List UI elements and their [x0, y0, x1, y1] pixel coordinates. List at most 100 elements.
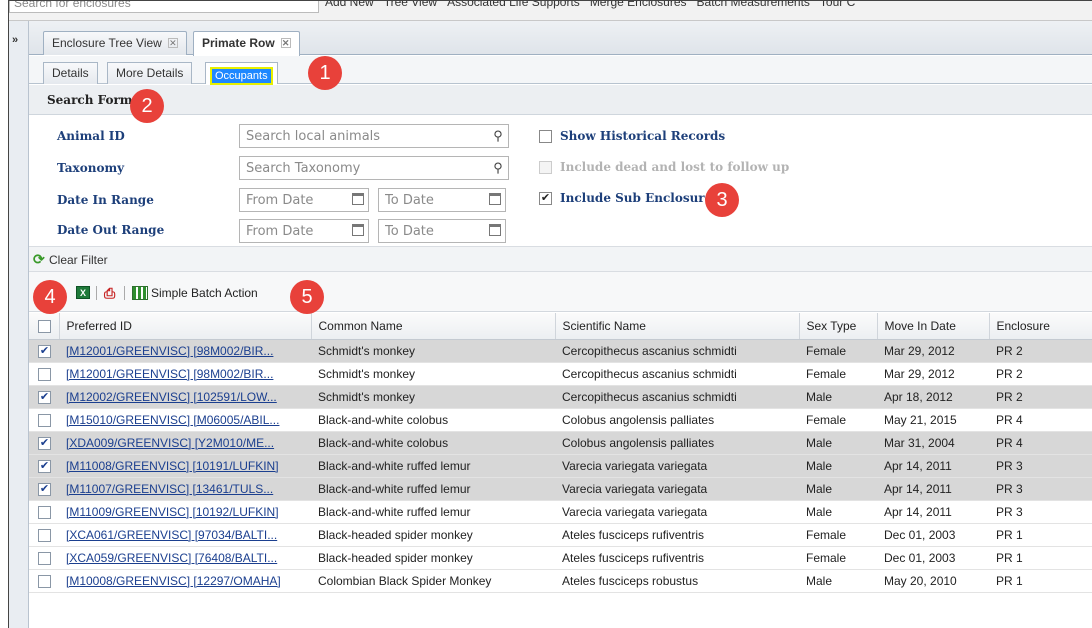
- close-icon[interactable]: ✕: [280, 38, 291, 48]
- move-in-date-cell: Mar 29, 2012: [877, 362, 989, 386]
- animal-id-input[interactable]: [240, 125, 508, 147]
- preferred-id-link[interactable]: [M11008/GREENVISC] [10191/LUFKIN]: [66, 459, 279, 473]
- include-dead-checkbox: [539, 161, 552, 174]
- scientific-name-cell: Ateles fusciceps rufiventris: [555, 546, 799, 570]
- search-icon[interactable]: ⚲: [490, 160, 506, 176]
- preferred-id-link[interactable]: [M11009/GREENVISC] [10192/LUFKIN]: [66, 505, 279, 519]
- row-checkbox[interactable]: [38, 413, 51, 427]
- table-row[interactable]: [M12001/GREENVISC] [98M002/BIR... Schmidt…: [29, 362, 1092, 386]
- date-out-to-input[interactable]: [379, 220, 505, 242]
- toolbar-batch-measurements[interactable]: Batch Measurements: [697, 1, 810, 10]
- calendar-icon[interactable]: [489, 193, 501, 205]
- taxonomy-field[interactable]: ⚲: [239, 156, 509, 180]
- column-header-scientific-name[interactable]: Scientific Name: [555, 313, 800, 340]
- toolbar-associated-life-supports[interactable]: Associated Life Supports: [447, 1, 580, 10]
- show-historical-label[interactable]: Show Historical Records: [560, 129, 725, 143]
- column-header-sex-type[interactable]: Sex Type: [799, 313, 878, 340]
- subtab-more-details[interactable]: More Details: [107, 62, 193, 84]
- row-checkbox[interactable]: ✔: [38, 344, 51, 358]
- table-row[interactable]: ✔ [M11008/GREENVISC] [10191/LUFKIN] Black-…: [29, 454, 1092, 478]
- date-out-from-field[interactable]: [239, 219, 369, 243]
- taxonomy-input[interactable]: [240, 157, 508, 179]
- select-all-checkbox[interactable]: [38, 319, 51, 333]
- date-in-from-field[interactable]: [239, 188, 369, 212]
- date-out-to-field[interactable]: [378, 219, 506, 243]
- pdf-export-icon[interactable]: ⎙: [104, 285, 118, 301]
- expand-panel-icon[interactable]: »: [12, 34, 18, 46]
- scientific-name-cell: Ateles fusciceps robustus: [555, 569, 799, 593]
- row-checkbox[interactable]: ✔: [38, 459, 51, 473]
- move-in-date-cell: Dec 01, 2003: [877, 546, 989, 570]
- toolbar-tour[interactable]: Tour C: [820, 1, 855, 10]
- enclosure-search-input[interactable]: Search for enclosures: [9, 1, 319, 13]
- date-in-from-input[interactable]: [240, 189, 368, 211]
- scientific-name-cell: Ateles fusciceps rufiventris: [555, 523, 799, 547]
- search-icon[interactable]: ⚲: [490, 128, 506, 144]
- date-out-range-label: Date Out Range: [57, 223, 165, 237]
- calendar-icon[interactable]: [352, 193, 364, 205]
- date-in-to-field[interactable]: [378, 188, 506, 212]
- column-header-preferred-id[interactable]: Preferred ID: [59, 313, 312, 340]
- preferred-id-link[interactable]: [M12002/GREENVISC] [102591/LOW...: [66, 390, 277, 404]
- annotation-badge-3: 3: [705, 183, 739, 217]
- row-checkbox[interactable]: ✔: [38, 436, 51, 450]
- table-row[interactable]: [XCA059/GREENVISC] [76408/BALTI... Black-…: [29, 546, 1092, 570]
- row-checkbox[interactable]: ✔: [38, 390, 51, 404]
- table-row[interactable]: ✔ [M11007/GREENVISC] [13461/TULS... Black-…: [29, 477, 1092, 501]
- animal-id-field[interactable]: ⚲: [239, 124, 509, 148]
- preferred-id-link[interactable]: [M10008/GREENVISC] [12297/OMAHA]: [66, 574, 281, 588]
- column-header-enclosure[interactable]: Enclosure: [989, 313, 1092, 340]
- common-name-cell: Black-headed spider monkey: [311, 546, 555, 570]
- include-sub-enclosure-label[interactable]: Include Sub Enclosure: [560, 191, 712, 205]
- date-out-from-input[interactable]: [240, 220, 368, 242]
- preferred-id-link[interactable]: [M11007/GREENVISC] [13461/TULS...: [66, 482, 273, 496]
- row-select-cell: ✔: [29, 477, 59, 501]
- occupants-grid: Preferred ID Common Name Scientific Name…: [29, 313, 1092, 593]
- sex-type-cell: Male: [799, 385, 877, 409]
- preferred-id-link[interactable]: [M15010/GREENVISC] [M06005/ABIL...: [66, 413, 279, 427]
- preferred-id-link[interactable]: [XCA059/GREENVISC] [76408/BALTI...: [66, 551, 277, 565]
- table-row[interactable]: ✔ [M12002/GREENVISC] [102591/LOW... Schmid…: [29, 385, 1092, 409]
- row-checkbox[interactable]: ✔: [38, 482, 51, 496]
- include-sub-enclosure-checkbox[interactable]: ✔: [539, 192, 552, 205]
- column-header-common-name[interactable]: Common Name: [311, 313, 556, 340]
- enclosure-cell: PR 3: [989, 477, 1092, 501]
- date-in-to-input[interactable]: [379, 189, 505, 211]
- row-checkbox[interactable]: [38, 551, 51, 565]
- preferred-id-link[interactable]: [M12001/GREENVISC] [98M002/BIR...: [66, 367, 273, 381]
- refresh-icon[interactable]: ⟳: [33, 252, 47, 266]
- preferred-id-link[interactable]: [XDA009/GREENVISC] [Y2M010/ME...: [66, 436, 274, 450]
- table-row[interactable]: ✔ [XDA009/GREENVISC] [Y2M010/ME... Black-a…: [29, 431, 1092, 455]
- row-checkbox[interactable]: [38, 574, 51, 588]
- subtab-details[interactable]: Details: [43, 62, 98, 84]
- table-row[interactable]: [M11009/GREENVISC] [10192/LUFKIN] Black-a…: [29, 500, 1092, 524]
- calendar-icon[interactable]: [352, 224, 364, 236]
- clear-filter-button[interactable]: Clear Filter: [49, 253, 108, 267]
- common-name-cell: Black-and-white colobus: [311, 431, 555, 455]
- excel-export-icon[interactable]: X: [76, 286, 90, 299]
- row-select-cell: [29, 408, 59, 432]
- batch-action-icon[interactable]: [132, 286, 148, 300]
- row-checkbox[interactable]: [38, 528, 51, 542]
- tab-enclosure-tree-view[interactable]: Enclosure Tree View ✕: [43, 31, 187, 55]
- toolbar-merge-enclosures[interactable]: Merge Enclosures: [590, 1, 687, 10]
- preferred-id-link[interactable]: [XCA061/GREENVISC] [97034/BALTI...: [66, 528, 277, 542]
- tab-label: Enclosure Tree View: [52, 36, 162, 50]
- subtab-occupants[interactable]: Occupants: [205, 62, 278, 85]
- simple-batch-action-button[interactable]: Simple Batch Action: [151, 286, 258, 300]
- preferred-id-cell: [XCA061/GREENVISC] [97034/BALTI...: [59, 523, 311, 547]
- row-checkbox[interactable]: [38, 367, 51, 381]
- toolbar-tree-view[interactable]: Tree View: [384, 1, 437, 10]
- table-row[interactable]: ✔ [M12001/GREENVISC] [98M002/BIR... Schmid…: [29, 339, 1092, 363]
- show-historical-checkbox[interactable]: [539, 130, 552, 143]
- column-header-move-in-date[interactable]: Move In Date: [877, 313, 990, 340]
- preferred-id-link[interactable]: [M12001/GREENVISC] [98M002/BIR...: [66, 344, 273, 358]
- tab-primate-row[interactable]: Primate Row ✕: [193, 31, 300, 56]
- close-icon[interactable]: ✕: [167, 38, 178, 48]
- toolbar-add-new[interactable]: Add New: [325, 1, 374, 10]
- table-row[interactable]: [XCA061/GREENVISC] [97034/BALTI... Black-…: [29, 523, 1092, 547]
- calendar-icon[interactable]: [489, 224, 501, 236]
- table-row[interactable]: [M15010/GREENVISC] [M06005/ABIL... Black-…: [29, 408, 1092, 432]
- table-row[interactable]: [M10008/GREENVISC] [12297/OMAHA] Colombia…: [29, 569, 1092, 593]
- row-checkbox[interactable]: [38, 505, 51, 519]
